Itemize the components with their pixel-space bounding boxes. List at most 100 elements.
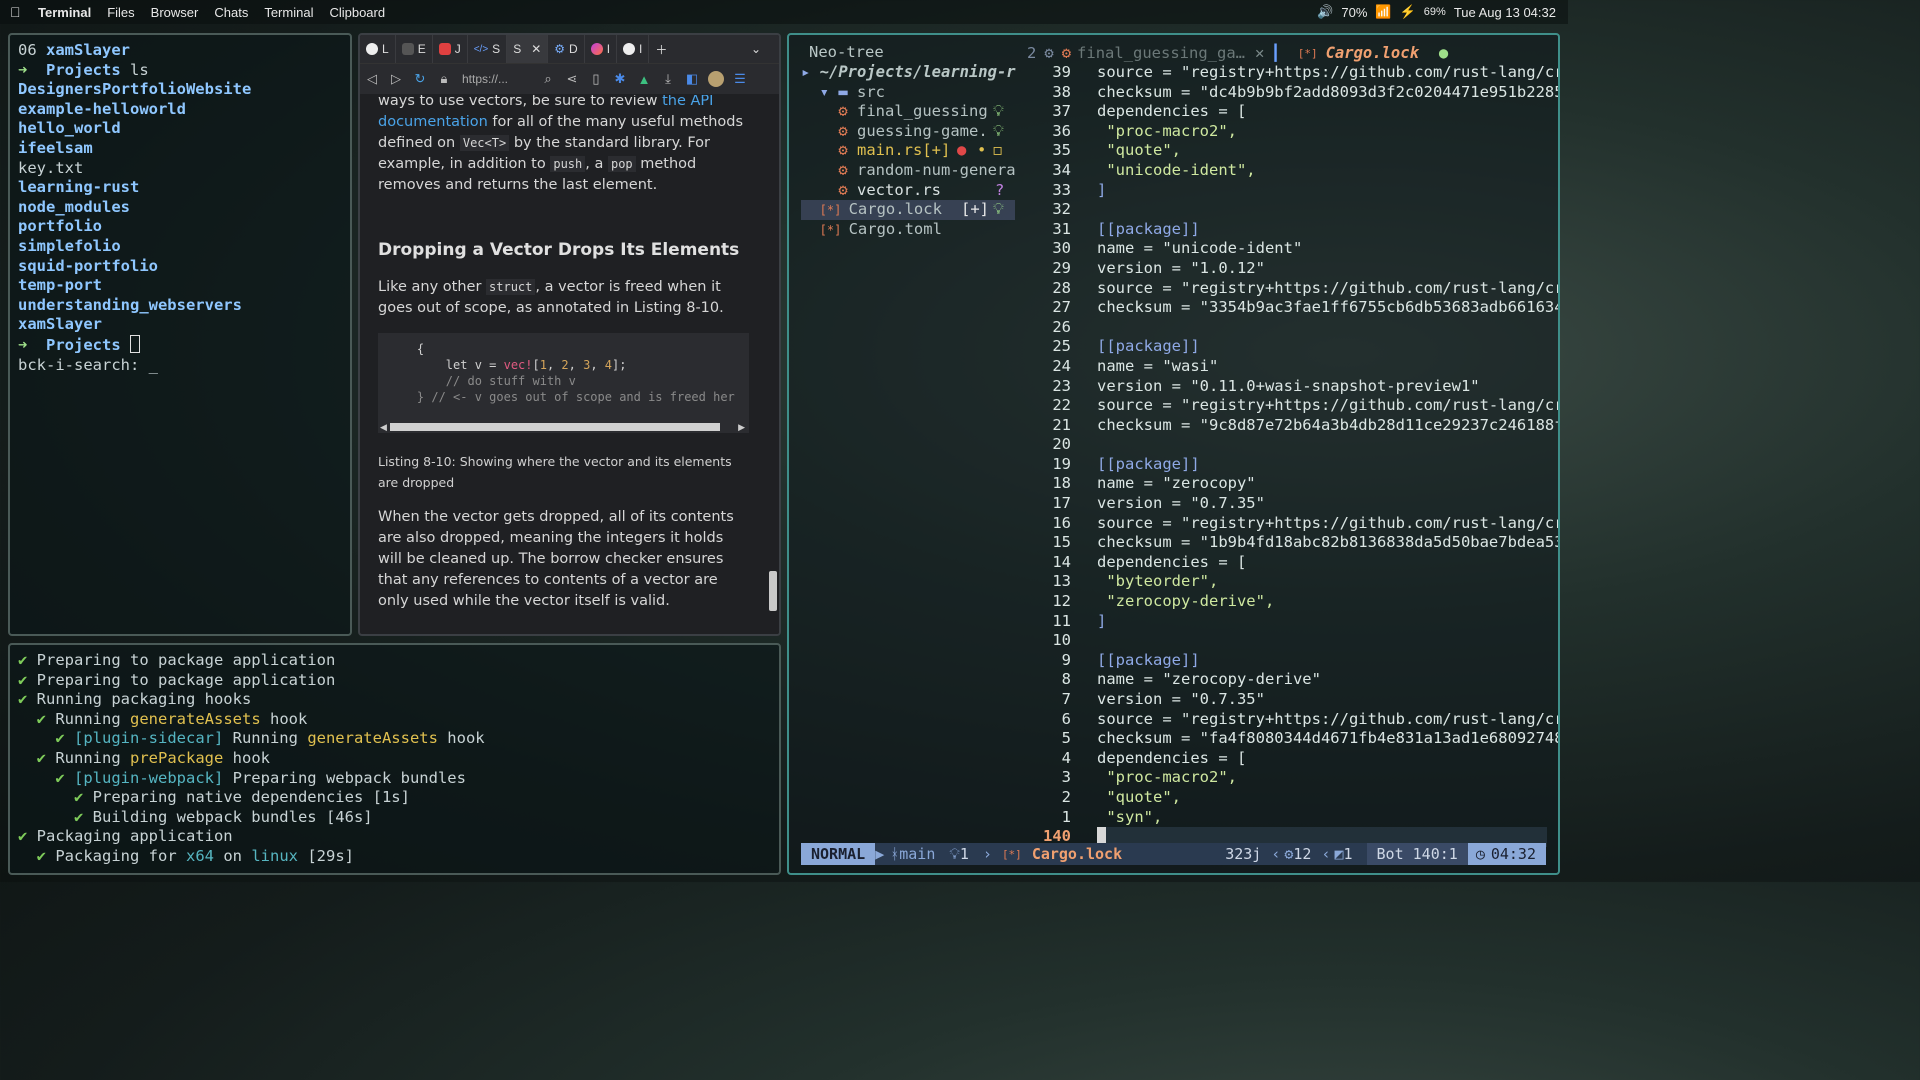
terminal-line: key.txt [18,158,84,177]
code-line: "syn", [1097,807,1163,826]
menu-item-chats[interactable]: Chats [214,5,248,20]
tab-8[interactable]: I [617,35,650,63]
code-line: [[package]] [1097,337,1200,356]
menu-item-terminal[interactable]: Terminal [264,5,313,20]
packager-output: ✔ Preparing to package application ✔ Prep… [18,651,485,865]
zoom-icon[interactable]: ⌕ [536,71,560,87]
apple-icon[interactable]:  [10,5,24,19]
code-line: dependencies = [ [1097,102,1247,121]
line-number: 18 [1052,474,1071,493]
terminal-line: node_modules [18,197,130,216]
buffer-tab-final-guessing[interactable]: final_guessing_ga… [1077,44,1245,62]
untracked-icon: ? [995,180,1005,199]
download-icon[interactable]: ⤓ [656,71,680,87]
line-number: 30 [1052,239,1071,258]
line-number: 10 [1052,631,1071,650]
forward-icon[interactable]: ▷ [384,71,408,87]
close-icon[interactable]: ✕ [1255,44,1264,62]
browser-window[interactable]: L E J </> S S ✕ ⚙ D I I ＋ ⌄ ◁ ▷ ↻ 🔒︎ https:… [358,33,781,636]
profile-avatar[interactable] [704,71,728,87]
terminal-ls-panel[interactable]: 06 xamSlayer ➜ Projects ls DesignersPortfo… [8,33,352,636]
menu-item-clipboard[interactable]: Clipboard [329,5,385,20]
code-line: version = "0.7.35" [1097,690,1265,708]
cursor-position: Bot 140:1 [1366,843,1468,865]
code-line: name = "zerocopy" [1097,474,1256,493]
code-line: name = "unicode-ident" [1097,239,1303,258]
terminal-line: 06 xamSlayer [18,41,131,59]
code-line: "proc-macro2", [1097,121,1237,140]
gear-icon: ⚙ [1044,44,1054,62]
wifi-icon[interactable]: 📶 [1375,4,1391,20]
code-line: [[package]] [1097,454,1200,473]
line-number: 7 [1061,690,1071,708]
reverse-search-line[interactable]: bck-i-search: _ [18,356,350,376]
terminal-output: 06 xamSlayer ➜ Projects ls DesignersPortfo… [10,35,350,375]
chevron-down-icon[interactable]: ⌄ [751,42,779,56]
tab-separator: ▎ [1274,44,1284,62]
code-area[interactable]: source = "registry+https://github.com/ru… [1097,63,1560,847]
code-line: checksum = "fa4f8080344d4671fb4e831a13ad… [1097,729,1560,748]
buffer-tab-cargo-lock[interactable]: Cargo.lock [1326,44,1419,62]
tab-7[interactable]: I [585,35,618,63]
buffer-count: 2 [1027,44,1037,62]
back-icon[interactable]: ◁ [360,71,384,87]
share-icon[interactable]: ⋖ [560,71,584,87]
hint-icon: 💡︎ [949,845,960,863]
line-number: 25 [1052,337,1071,356]
status-filename: Cargo.lock [1031,845,1123,863]
tab-active-rust-book[interactable]: S ✕ [507,35,549,63]
battery-icon[interactable]: ⚡ [1400,4,1416,20]
battery-level: 69% [1423,6,1446,18]
neovim-editor[interactable]: Neo-tree 2 ⚙ ⚙ final_guessing_ga… ✕ ▎ [*… [787,33,1560,875]
code-line: source = "registry+https://github.com/ru… [1097,63,1560,81]
terminal-prompt-line[interactable]: ➜ Projects [18,334,350,356]
menu-icon[interactable]: ☰ [728,71,752,87]
close-icon[interactable]: ✕ [531,42,541,56]
tab-6[interactable]: ⚙ D [548,35,585,63]
line-number: 38 [1052,82,1071,101]
code-horizontal-scrollbar[interactable]: ◀ ▶ [378,421,749,433]
url-bar[interactable]: https://... [462,72,536,86]
line-number: 32 [1052,200,1071,219]
code-line: dependencies = [ [1097,748,1247,767]
flask-icon[interactable]: ▲ [632,72,656,87]
tab-3[interactable]: J [433,35,468,63]
tab-2[interactable]: E [396,35,433,63]
sidebar-icon[interactable]: ◧ [680,71,704,87]
code-line: "byteorder", [1097,572,1219,591]
volume-level: 70% [1341,4,1368,20]
line-number: 16 [1052,513,1071,532]
code-line: source = "registry+https://github.com/ru… [1097,396,1560,415]
code-line: name = "zerocopy-derive" [1097,670,1321,689]
status-time: 04:32 [1488,843,1546,865]
terminal-packager-panel[interactable]: ✔ Preparing to package application ✔ Prep… [8,643,781,875]
clock[interactable]: Tue Aug 13 04:32 [1454,5,1556,20]
extension-icon[interactable]: ✱ [608,71,632,87]
code-line: "quote", [1097,787,1181,806]
new-tab-button[interactable]: ＋ [649,35,673,63]
terminal-line: temp-port [18,276,102,295]
tab-github-1[interactable]: L [360,35,396,63]
page-vertical-scrollbar[interactable] [767,95,779,634]
code-line: [[package]] [1097,650,1200,669]
terminal-line: simplefolio [18,236,121,255]
github-icon [366,43,378,55]
code-line: dependencies = [ [1097,552,1247,571]
warning-count: 1 [1343,845,1353,863]
menu-item-files[interactable]: Files [107,5,134,20]
code-line: checksum = "3354b9ac3fae1ff6755cb6db5368… [1097,298,1560,317]
reload-icon[interactable]: ↻ [408,71,432,87]
git-branch: main [899,845,936,863]
bookmark-icon[interactable]: ▯ [584,71,608,87]
line-number: 35 [1052,141,1071,160]
volume-icon[interactable]: 🔊 [1317,4,1333,20]
menu-app-name[interactable]: Terminal [38,5,91,20]
page-content: ways to use vectors, be sure to review t… [360,95,767,634]
hint-icon: 💡︎ [993,121,1004,140]
app-icon [590,43,603,55]
tab-4[interactable]: </> S [468,35,508,63]
error-count: 12 [1293,845,1312,863]
menu-item-browser[interactable]: Browser [151,5,199,20]
